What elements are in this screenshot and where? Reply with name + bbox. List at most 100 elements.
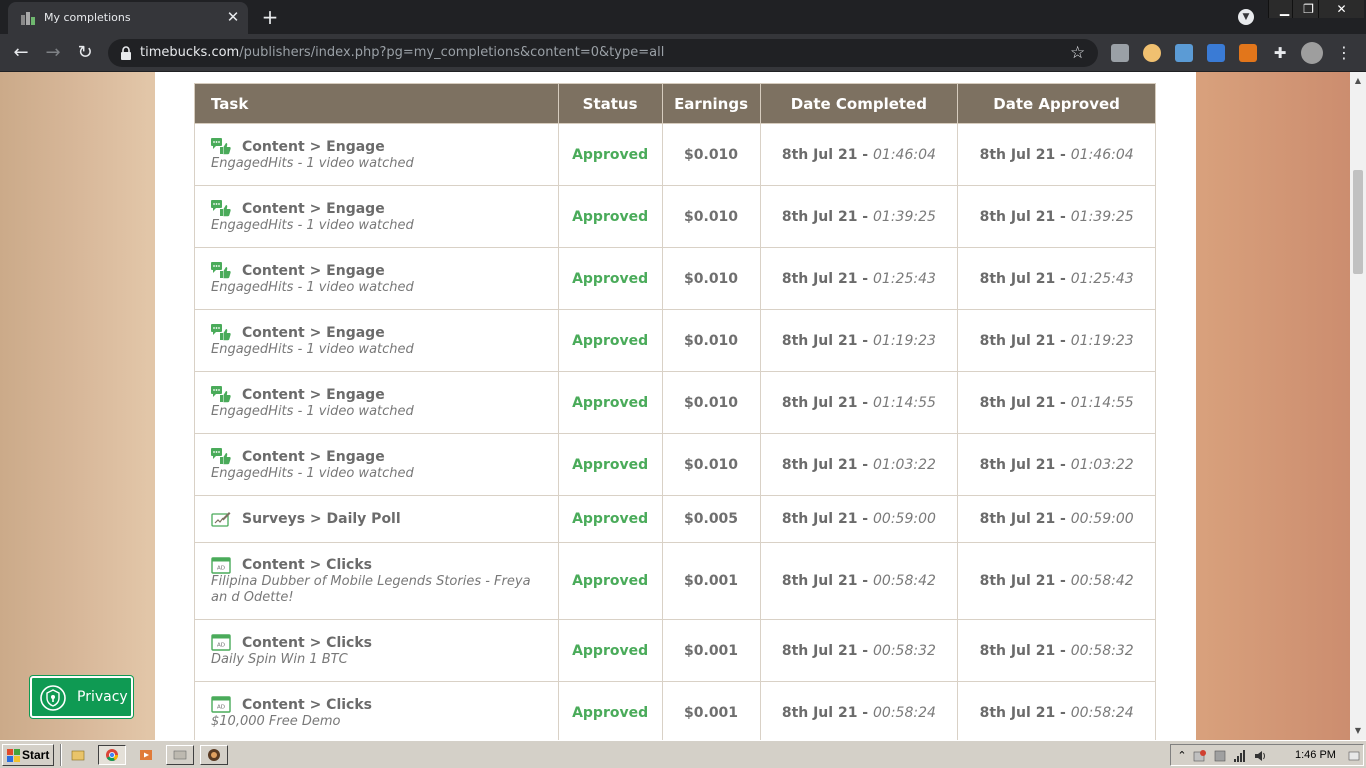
taskbar-app[interactable] — [166, 745, 194, 765]
task-title-line: Content > Engage — [211, 200, 546, 218]
header-earnings: Earnings — [661, 83, 761, 124]
timebucks-favicon-icon — [21, 12, 35, 25]
browser-menu-icon[interactable]: ⋮ — [1336, 42, 1352, 64]
back-arrow-icon[interactable]: ← — [10, 42, 32, 64]
table-row: AD Content > Clicks Filipina Dubber of Mob… — [194, 542, 1156, 620]
tray-app-icon[interactable] — [1193, 749, 1207, 763]
date-approved-date: 8th Jul 21 - — [979, 146, 1071, 163]
task-title-line: Content > Engage — [211, 262, 546, 280]
date-completed-time: 01:14:55 — [873, 394, 936, 411]
scroll-down-arrow-icon[interactable]: ▼ — [1350, 724, 1366, 738]
vertical-scrollbar[interactable]: ▲ ▼ — [1350, 72, 1366, 740]
earnings-value: $0.010 — [661, 247, 761, 310]
table-row: AD Content > Clicks Daily Spin Win 1 BTC Ap… — [194, 619, 1156, 682]
date-approved-cell: 8th Jul 21 - 01:03:22 — [957, 433, 1156, 496]
system-tray: ⌃ 1:46 PM — [1170, 744, 1364, 766]
date-completed-cell: 8th Jul 21 - 00:58:24 — [759, 681, 959, 740]
date-approved-cell: 8th Jul 21 - 01:14:55 — [957, 371, 1156, 434]
new-tab-icon[interactable]: + — [258, 6, 282, 28]
date-completed-time: 00:58:42 — [873, 573, 936, 589]
scroll-up-arrow-icon[interactable]: ▲ — [1350, 74, 1366, 88]
header-status: Status — [557, 83, 663, 124]
folder-icon — [71, 750, 85, 761]
earnings-value: $0.001 — [661, 542, 761, 620]
tray-expand-icon[interactable]: ⌃ — [1175, 749, 1189, 763]
task-title-line: Surveys > Daily Poll — [211, 510, 546, 528]
earnings-value: $0.001 — [661, 619, 761, 682]
chrome-icon — [106, 749, 118, 762]
extension-shield-icon[interactable] — [1207, 44, 1225, 62]
tab-close-icon[interactable]: ✕ — [224, 8, 242, 26]
window-close-icon[interactable]: ✕ — [1318, 0, 1364, 18]
task-cell: AD Content > Clicks Filipina Dubber of Mob… — [194, 542, 559, 620]
date-completed-date: 8th Jul 21 - — [781, 456, 873, 473]
extension-icon[interactable] — [1111, 44, 1129, 62]
browser-tab[interactable]: My completions ✕ — [8, 2, 248, 34]
address-bar[interactable]: timebucks.com/publishers/index.php?pg=my… — [108, 39, 1098, 67]
tab-title: My completions — [44, 11, 131, 24]
date-completed-date: 8th Jul 21 - — [781, 394, 873, 411]
task-subtitle: EngagedHits - 1 video watched — [211, 155, 414, 171]
status-badge: Approved — [557, 185, 663, 248]
table-row: Content > Engage EngagedHits - 1 video wa… — [194, 433, 1156, 496]
completions-table: Task Status Earnings Date Completed Date… — [194, 83, 1156, 740]
table-row: Content > Engage EngagedHits - 1 video wa… — [194, 371, 1156, 434]
network-signal-icon[interactable] — [1233, 749, 1247, 763]
date-completed-time: 00:58:24 — [873, 704, 936, 721]
tray-app-icon[interactable] — [1213, 749, 1227, 763]
task-subtitle: Daily Spin Win 1 BTC — [211, 651, 348, 667]
status-badge: Approved — [557, 681, 663, 740]
taskbar-app[interactable] — [200, 745, 228, 765]
engage-icon — [211, 138, 231, 155]
windows-flag-icon — [7, 749, 20, 762]
url-text[interactable]: timebucks.com/publishers/index.php?pg=my… — [140, 45, 664, 60]
scrollbar-thumb[interactable] — [1353, 170, 1363, 274]
lock-icon[interactable] — [120, 46, 132, 60]
taskbar-folder-app[interactable] — [64, 745, 92, 765]
volume-icon[interactable] — [1253, 749, 1267, 763]
status-badge: Approved — [557, 619, 663, 682]
task-subtitle: Filipina Dubber of Mobile Legends Storie… — [211, 574, 531, 605]
extension-icon[interactable] — [1143, 44, 1161, 62]
tab-search-icon[interactable]: ▼ — [1238, 9, 1254, 25]
earnings-value: $0.010 — [661, 433, 761, 496]
profile-avatar[interactable] — [1301, 42, 1323, 64]
date-completed-time: 00:58:32 — [873, 642, 936, 659]
start-button[interactable]: Start — [2, 744, 54, 766]
content-panel: Task Status Earnings Date Completed Date… — [155, 72, 1196, 740]
ad-clicks-icon: AD — [211, 696, 231, 713]
status-badge: Approved — [557, 495, 663, 543]
media-player-icon — [140, 750, 152, 760]
task-cell: AD Content > Clicks Daily Spin Win 1 BTC — [194, 619, 559, 682]
extensions-puzzle-icon[interactable]: ✚ — [1271, 44, 1289, 62]
privacy-button[interactable]: Privacy — [30, 676, 133, 718]
task-title-line: Content > Engage — [211, 386, 546, 404]
date-completed-cell: 8th Jul 21 - 00:59:00 — [759, 495, 959, 543]
date-approved-time: 00:58:24 — [1070, 704, 1134, 721]
system-clock: 1:46 PM — [1295, 749, 1336, 761]
privacy-shield-icon — [40, 685, 66, 711]
date-approved-cell: 8th Jul 21 - 01:25:43 — [957, 247, 1156, 310]
date-approved-date: 8th Jul 21 - — [979, 394, 1071, 411]
task-subtitle: EngagedHits - 1 video watched — [211, 341, 414, 357]
taskbar-chrome-app[interactable] — [98, 745, 126, 765]
extension-icon[interactable] — [1175, 44, 1193, 62]
task-cell: Surveys > Daily Poll — [194, 495, 559, 543]
page-viewport: Task Status Earnings Date Completed Date… — [0, 72, 1350, 740]
date-completed-time: 01:46:04 — [873, 146, 936, 163]
date-approved-cell: 8th Jul 21 - 00:58:32 — [957, 619, 1156, 682]
date-completed-cell: 8th Jul 21 - 01:25:43 — [759, 247, 959, 310]
date-approved-cell: 8th Jul 21 - 00:58:24 — [957, 681, 1156, 740]
date-approved-time: 00:59:00 — [1070, 511, 1134, 527]
taskbar-media-app[interactable] — [132, 745, 160, 765]
metamask-fox-icon[interactable] — [1239, 44, 1257, 62]
date-completed-cell: 8th Jul 21 - 01:19:23 — [759, 309, 959, 372]
date-completed-date: 8th Jul 21 - — [781, 642, 873, 659]
bookmark-star-icon[interactable]: ☆ — [1070, 42, 1085, 64]
forward-arrow-icon[interactable]: → — [42, 42, 64, 64]
notification-icon[interactable] — [1347, 749, 1361, 763]
url-host: timebucks.com — [140, 45, 240, 60]
reload-icon[interactable]: ↻ — [74, 42, 96, 64]
task-cell: Content > Engage EngagedHits - 1 video wa… — [194, 123, 559, 186]
engage-icon — [211, 386, 231, 403]
